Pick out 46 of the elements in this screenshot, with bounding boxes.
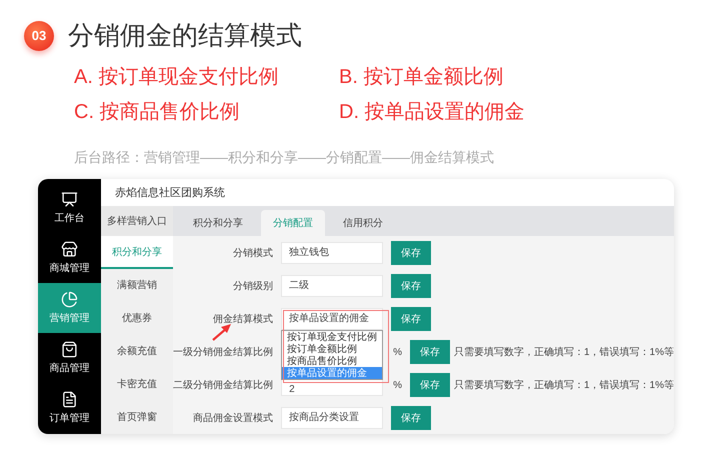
sub-menu-title: 多样营销入口 [101,206,174,236]
save-button[interactable]: 保存 [391,241,432,265]
save-button[interactable]: 保存 [391,274,432,298]
option-text: D. 按单品设置的佣金 [339,100,526,125]
select-field[interactable]: 按单品设置的佣金 [281,308,384,330]
sub-menu-item[interactable]: 余额充值 [101,335,174,368]
path-text: 后台路径：营销管理——积分和分享——分销配置——佣金结算模式 [74,149,495,167]
sub-menu-item[interactable]: 满额营销 [101,269,174,302]
select-field[interactable]: 独立钱包 [281,242,384,264]
sidebar-item[interactable]: 商品管理 [38,333,102,383]
unit-text: % [393,346,402,358]
sub-menu-item[interactable]: 卡密充值 [101,368,174,401]
sub-menu-item[interactable]: 首页弹窗 [101,401,174,434]
sidebar-item[interactable]: 订单管理 [38,383,102,433]
sub-menu-item[interactable]: 优惠券 [101,302,174,335]
app-title: 赤焰信息社区团购系统 [115,186,226,200]
tab[interactable]: 信用积分 [331,210,396,236]
save-button[interactable]: 保存 [410,340,450,364]
field-label: 佣金结算模式 [212,312,274,326]
monitor-icon [61,191,78,208]
field-label: 商品佣金设置模式 [192,412,274,425]
option-text: C. 按商品售价比例 [74,100,241,125]
save-button[interactable]: 保存 [391,307,432,331]
option-text: A. 按订单现金支付比例 [74,65,280,90]
arrow-icon [211,322,234,342]
save-button[interactable]: 保存 [391,406,432,430]
field-label: 分销模式 [232,246,274,260]
save-button[interactable]: 保存 [410,373,450,397]
option-text: B. 按订单金额比例 [339,65,504,90]
sidebar-item[interactable]: 商城管理 [38,233,102,283]
step-badge: 03 [24,20,54,50]
field-label: 二级分销佣金结算比例 [173,378,274,392]
field-label: 一级分销佣金结算比例 [173,346,274,359]
sidebar-item[interactable]: 工作台 [38,183,102,233]
tab[interactable]: 积分和分享 [181,210,256,236]
unit-text: % [393,380,402,390]
store-icon [61,241,78,258]
select-field[interactable]: 二级 [281,275,384,297]
document-icon [61,391,78,408]
hint-text: 只需要填写数字，正确填写：1，错误填写：1%等 [454,378,674,392]
hint-text: 只需要填写数字，正确填写：1，错误填写：1%等 [454,346,674,359]
pie-chart-icon [61,291,78,308]
page-title: 分销佣金的结算模式 [68,19,302,52]
bag-icon [61,341,78,358]
field-label: 分销级别 [232,280,274,293]
select-field[interactable]: 按商品分类设置 [281,407,384,429]
